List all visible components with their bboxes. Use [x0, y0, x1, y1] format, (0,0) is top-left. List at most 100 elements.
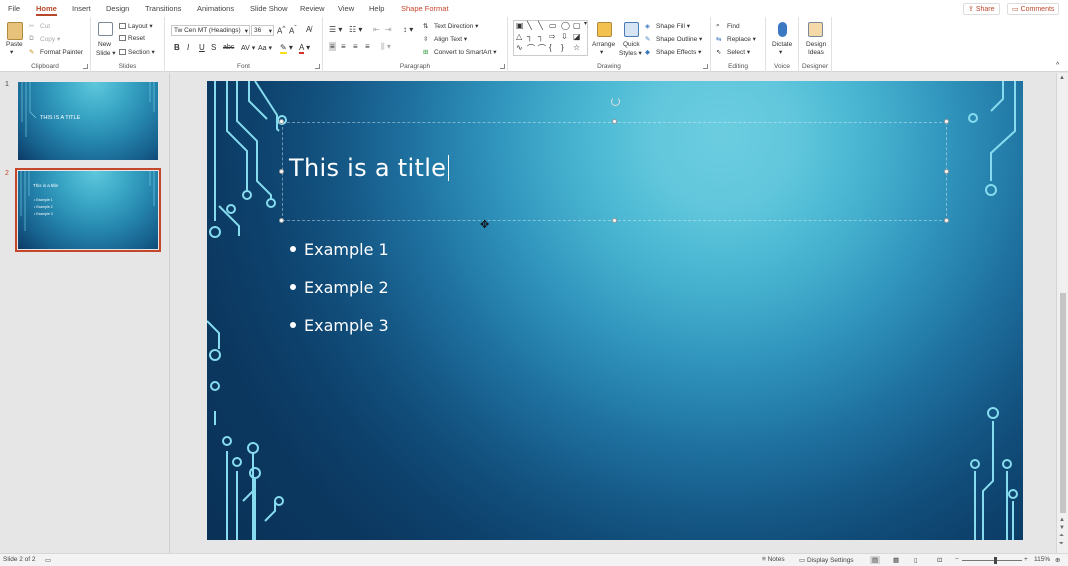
convert-smartart-button[interactable]: ⊞ Convert to SmartArt ▾	[423, 48, 497, 57]
new-slide-label[interactable]: New	[98, 41, 111, 48]
resize-handle[interactable]	[944, 119, 949, 124]
drawing-launcher-icon[interactable]	[703, 64, 708, 69]
layout-button[interactable]: Layout ▾	[119, 22, 153, 30]
microphone-icon[interactable]	[778, 22, 787, 37]
italic-button[interactable]: I	[187, 43, 189, 52]
slide-title[interactable]: This is a title	[289, 154, 450, 182]
zoom-out-icon[interactable]: −	[955, 556, 959, 563]
bullets-icon[interactable]: ☰ ▾	[329, 25, 342, 34]
tab-view[interactable]: View	[338, 4, 354, 13]
resize-handle[interactable]	[279, 218, 284, 223]
right-arrow-shape-icon[interactable]: ⇨	[549, 32, 556, 41]
tab-review[interactable]: Review	[300, 4, 325, 13]
zoom-level[interactable]: 115%	[1034, 556, 1050, 563]
zoom-slider[interactable]	[962, 560, 1022, 561]
resize-handle[interactable]	[944, 169, 949, 174]
shape-effects-button[interactable]: ◆ Shape Effects ▾	[645, 48, 701, 57]
tab-help[interactable]: Help	[369, 4, 384, 13]
bullet-item[interactable]: Example 2	[290, 278, 389, 297]
tab-insert[interactable]: Insert	[72, 4, 91, 13]
brace-shape-icon[interactable]: {	[549, 43, 552, 52]
align-text-button[interactable]: ⇳ Align Text ▾	[423, 35, 467, 44]
bullet-item[interactable]: Example 3	[290, 316, 389, 335]
design-ideas-label[interactable]: Design	[806, 41, 826, 48]
slide-thumbnail-1[interactable]: THIS IS A TITLE	[18, 82, 158, 160]
rotate-handle-icon[interactable]	[611, 97, 620, 106]
triangle-shape-icon[interactable]: △	[516, 32, 522, 41]
format-painter-button[interactable]: ✎ Format Painter	[29, 48, 83, 57]
resize-handle[interactable]	[279, 119, 284, 124]
quick-styles-button[interactable]: Styles ▾	[619, 49, 642, 57]
justify-icon[interactable]: ≡	[365, 42, 370, 51]
font-family-select[interactable]: Tw Cen MT (Headings) ▾	[171, 25, 250, 36]
columns-icon[interactable]: ⫼ ▾	[381, 42, 391, 52]
callout-shape-icon[interactable]: ◪	[573, 32, 581, 41]
align-left-icon[interactable]: ≡	[329, 42, 336, 51]
share-button[interactable]: ⇪ Share	[963, 3, 1000, 15]
resize-handle[interactable]	[612, 218, 617, 223]
font-launcher-icon[interactable]	[315, 64, 320, 69]
dictate-dropdown-icon[interactable]: ▾	[779, 48, 782, 56]
highlight-color-icon[interactable]: ✎ ▾	[280, 43, 293, 54]
shape-fill-button[interactable]: ◈ Shape Fill ▾	[645, 22, 690, 31]
bold-button[interactable]: B	[174, 43, 180, 52]
align-center-icon[interactable]: ≡	[341, 42, 346, 51]
scroll-up-icon[interactable]: ▲	[1059, 517, 1065, 523]
section-button[interactable]: Section ▾	[119, 48, 155, 56]
character-spacing-icon[interactable]: AV ▾	[241, 44, 255, 52]
clear-formatting-icon[interactable]: A̸	[306, 25, 311, 34]
line-shape-icon[interactable]: ╲	[527, 21, 532, 30]
paste-icon[interactable]	[7, 22, 23, 40]
bullet-item[interactable]: Example 1	[290, 240, 389, 259]
scroll-down-icon[interactable]: ▼	[1059, 525, 1065, 531]
reading-view-icon[interactable]: ▯	[914, 556, 918, 564]
comments-button[interactable]: ▭ Comments	[1007, 3, 1060, 15]
tab-shape-format[interactable]: Shape Format	[401, 4, 449, 13]
underline-button[interactable]: U	[199, 43, 205, 52]
down-arrow-shape-icon[interactable]: ⇩	[561, 32, 568, 41]
zoom-in-icon[interactable]: +	[1024, 556, 1028, 563]
resize-handle[interactable]	[612, 119, 617, 124]
star-shape-icon[interactable]: ☆	[573, 43, 580, 52]
curve-shape-icon[interactable]: ⌒	[527, 43, 535, 54]
tab-slide-show[interactable]: Slide Show	[250, 4, 288, 13]
arrange-icon[interactable]	[597, 22, 612, 37]
connector-shape-icon[interactable]: ┐	[538, 32, 544, 41]
dictate-button[interactable]: Dictate	[772, 41, 792, 48]
oval-shape-icon[interactable]: ◯	[561, 21, 570, 30]
textbox-shape-icon[interactable]: ▣	[516, 21, 524, 30]
tab-animations[interactable]: Animations	[197, 4, 234, 13]
align-right-icon[interactable]: ≡	[353, 42, 358, 51]
slide-canvas[interactable]: This is a title Example 1 Example 2 Exam…	[207, 81, 1023, 540]
previous-slide-icon[interactable]: ⏶	[1059, 533, 1064, 540]
slide-sorter-icon[interactable]: ▦	[893, 556, 899, 564]
strikethrough-icon[interactable]: abc	[223, 44, 234, 51]
normal-view-icon[interactable]: ▤	[870, 556, 881, 564]
fit-to-window-icon[interactable]: ⊕	[1055, 556, 1060, 564]
paste-button[interactable]: Paste	[6, 41, 23, 48]
decrease-font-size-button[interactable]: Aˇ	[289, 25, 297, 36]
arrange-dropdown-icon[interactable]: ▾	[600, 48, 603, 56]
decrease-indent-icon[interactable]: ⇤	[373, 25, 380, 34]
new-slide-button[interactable]: Slide ▾	[96, 49, 116, 57]
arrange-button[interactable]: Arrange	[592, 41, 615, 48]
scrollbar-thumb[interactable]	[1060, 293, 1066, 513]
font-color-icon[interactable]: A ▾	[299, 43, 310, 54]
shapes-gallery[interactable]: ▣ ╲ ╲ ▭ ◯ ▢ △ ┐ ┐ ⇨ ⇩ ◪ ∿ ⌒ ⌒ { } ☆	[513, 20, 588, 56]
tab-file[interactable]: File	[8, 4, 20, 13]
curve-shape-icon[interactable]: ⌒	[538, 43, 546, 54]
shadow-button[interactable]: S	[211, 43, 216, 52]
resize-handle[interactable]	[944, 218, 949, 223]
quick-styles-label[interactable]: Quick	[623, 41, 640, 48]
replace-button[interactable]: ⇆ Replace ▾	[716, 35, 756, 44]
increase-indent-icon[interactable]: ⇥	[385, 25, 392, 34]
increase-font-size-button[interactable]: A^	[277, 25, 285, 36]
curve-shape-icon[interactable]: ∿	[516, 43, 523, 52]
rectangle-shape-icon[interactable]: ▭	[549, 21, 557, 30]
paragraph-launcher-icon[interactable]	[500, 64, 505, 69]
tab-design[interactable]: Design	[106, 4, 129, 13]
display-settings-button[interactable]: ▭ Display Settings	[799, 556, 854, 564]
copy-button[interactable]: ⧉ Copy ▾	[29, 35, 60, 44]
numbering-icon[interactable]: ☷ ▾	[349, 25, 362, 34]
find-button[interactable]: ⌕ Find	[716, 22, 740, 31]
